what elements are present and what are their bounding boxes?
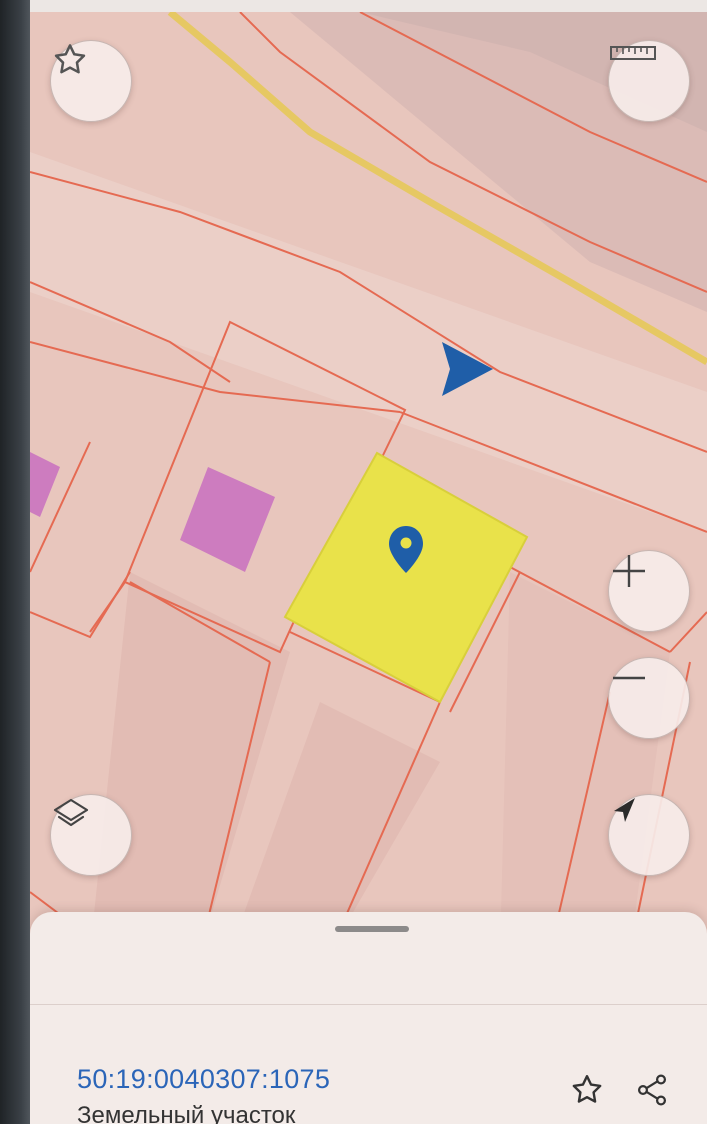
zoom-out-button[interactable] (608, 657, 690, 739)
favorite-button[interactable] (565, 1070, 609, 1114)
phone-screen: 50:19:0040307:1075 Земельный участок (0, 0, 707, 1124)
share-icon (634, 1072, 670, 1113)
cadastral-number[interactable]: 50:19:0040307:1075 (77, 1064, 330, 1095)
map-canvas[interactable] (30, 12, 707, 952)
top-edge (0, 0, 707, 12)
locate-button[interactable] (608, 794, 690, 876)
sheet-divider (30, 1004, 707, 1005)
layers-button[interactable] (50, 794, 132, 876)
device-bezel (0, 0, 30, 1124)
ruler-button[interactable] (608, 40, 690, 122)
object-info-sheet[interactable]: 50:19:0040307:1075 Земельный участок (30, 912, 707, 1124)
favorite-map-button[interactable] (50, 40, 132, 122)
zoom-in-button[interactable] (608, 550, 690, 632)
sheet-drag-handle[interactable] (335, 926, 409, 932)
map-view[interactable] (30, 12, 707, 952)
share-button[interactable] (630, 1070, 674, 1114)
object-type-label: Земельный участок (77, 1102, 296, 1124)
star-outline-icon (569, 1072, 605, 1113)
